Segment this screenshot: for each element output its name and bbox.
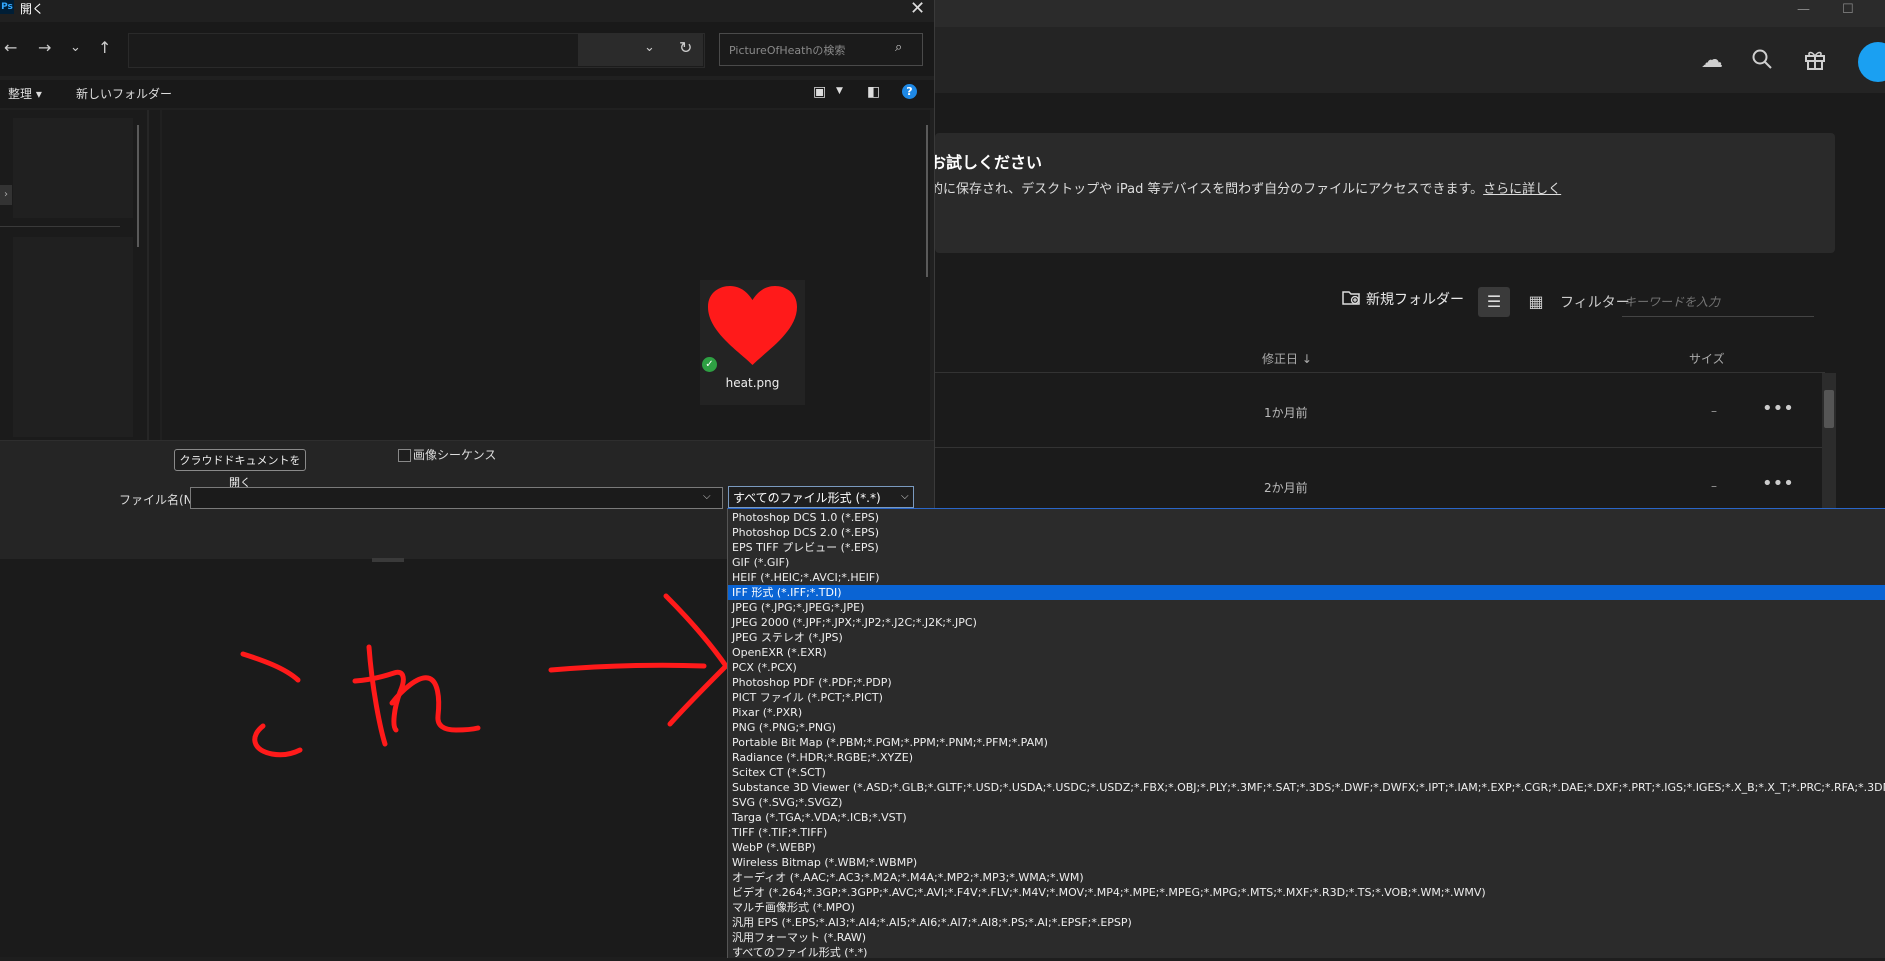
column-header-size[interactable]: サイズ [1689,350,1725,367]
list-scrollbar-thumb[interactable] [1824,390,1834,428]
file-type-option[interactable]: Photoshop DCS 1.0 (*.EPS) [732,510,879,525]
file-type-option[interactable]: HEIF (*.HEIC;*.AVCI;*.HEIF) [732,570,880,585]
file-type-option[interactable]: 汎用フォーマット (*.RAW) [732,930,866,945]
navigation-pane-scrollbar[interactable] [137,125,139,247]
keyword-filter-input[interactable] [1622,288,1814,317]
image-sequence-label: 画像シーケンス [413,448,497,462]
column-header-modified[interactable]: 修正日 ↓ [1262,350,1312,367]
search-placeholder: PictureOfHeathの検索 [729,44,846,57]
close-icon[interactable]: ✕ [910,0,925,19]
maximize-icon[interactable]: ☐ [1842,2,1854,17]
row-date: 2か月前 [1264,481,1308,495]
file-type-select[interactable]: すべてのファイル形式 (*.*) [728,486,914,508]
file-type-option[interactable]: WebP (*.WEBP) [732,840,816,855]
new-folder-command[interactable]: 新しいフォルダー [76,85,172,102]
file-type-option[interactable]: オーディオ (*.AAC;*.AC3;*.M2A;*.M4A;*.MP2;*.M… [732,870,1084,885]
file-type-option[interactable]: OpenEXR (*.EXR) [732,645,827,660]
file-type-option[interactable]: Targa (*.TGA;*.VDA;*.ICB;*.VST) [732,810,907,825]
file-type-option[interactable]: GIF (*.GIF) [732,555,789,570]
navigation-pane-divider [0,226,120,227]
image-sequence-checkbox[interactable] [398,449,411,462]
chevron-down-icon[interactable]: ⌵ [901,491,909,502]
file-type-option[interactable]: TIFF (*.TIF;*.TIFF) [732,825,827,840]
file-type-option[interactable]: Pixar (*.PXR) [732,705,802,720]
dialog-titlebar [0,0,934,16]
row-size: – [1711,404,1717,418]
row-date: 1か月前 [1264,406,1308,420]
open-cloud-documents-button[interactable]: クラウドドキュメントを開く [174,449,306,489]
file-type-option[interactable]: JPEG 2000 (*.JPF;*.JPX;*.JP2;*.J2C;*.J2K… [732,615,977,630]
forward-arrow-icon[interactable]: → [38,38,51,57]
file-type-option[interactable]: PCX (*.PCX) [732,660,797,675]
more-options-icon[interactable]: ••• [1762,398,1794,419]
sync-status-icon: ✓ [702,357,717,372]
file-type-option[interactable]: PICT ファイル (*.PCT;*.PICT) [732,690,883,705]
file-name-label: heat.png [725,376,780,390]
file-type-option[interactable]: Wireless Bitmap (*.WBM;*.WBMP) [732,855,917,870]
preview-pane-icon[interactable]: ◧ [867,84,880,100]
file-type-option[interactable]: すべてのファイル形式 (*.*) [732,945,867,958]
chevron-down-icon[interactable]: ⌵ [703,491,711,502]
search-icon[interactable] [1747,48,1777,74]
grid-view-icon[interactable]: ▦ [1520,287,1552,317]
up-arrow-icon[interactable]: ↑ [98,38,111,57]
recent-locations-icon[interactable]: ⌄ [70,40,81,55]
pane-splitter[interactable] [147,110,149,440]
gift-icon[interactable] [1800,48,1830,74]
file-type-dropdown-list[interactable]: Photoshop DCS 1.0 (*.EPS) Photoshop DCS 2… [727,508,1885,958]
new-folder-label: 新規フォルダー [1366,292,1464,308]
organize-menu[interactable]: 整理 ▾ [8,85,42,102]
file-type-option[interactable]: EPS TIFF プレビュー (*.EPS) [732,540,879,555]
filename-input[interactable] [190,487,723,509]
promo-text-body: 的に保存され、デスクトップや iPad 等デバイスを問わず自分のファイルにアクセ… [930,182,1484,197]
cloud-icon[interactable]: ☁ [1697,48,1727,74]
file-type-option[interactable]: マルチ画像形式 (*.MPO) [732,900,855,915]
photoshop-titlebar [935,0,1885,27]
file-type-option[interactable]: PNG (*.PNG;*.PNG) [732,720,836,735]
file-type-option[interactable]: Photoshop PDF (*.PDF;*.PDP) [732,675,892,690]
promo-title: お試しください [930,153,1043,172]
expand-arrow-icon[interactable]: › [0,185,12,205]
refresh-icon[interactable]: ↻ [679,38,692,57]
learn-more-link[interactable]: さらに詳しく [1483,182,1561,197]
promo-text: 的に保存され、デスクトップや iPad 等デバイスを問わず自分のファイルにアクセ… [930,178,1561,197]
filter-label: フィルター [1560,295,1630,311]
more-options-icon[interactable]: ••• [1762,473,1794,494]
file-type-option[interactable]: Scitex CT (*.SCT) [732,765,826,780]
back-arrow-icon[interactable]: ← [4,38,17,57]
list-view-icon[interactable]: ☰ [1478,287,1510,317]
chevron-down-icon[interactable]: ⌄ [644,40,655,55]
red-handwritten-annotation [0,558,760,957]
dialog-title: 開く [20,2,45,16]
new-folder-icon [1342,289,1360,309]
file-type-option[interactable]: JPEG ステレオ (*.JPS) [732,630,843,645]
navigation-pane-section[interactable] [13,118,133,218]
file-list-scrollbar[interactable] [926,125,928,277]
file-type-option[interactable]: Portable Bit Map (*.PBM;*.PGM;*.PPM;*.PN… [732,735,1048,750]
file-type-option[interactable]: ビデオ (*.264;*.3GP;*.3GPP;*.AVC;*.AVI;*.F4… [732,885,1486,900]
file-type-option[interactable]: Photoshop DCS 2.0 (*.EPS) [732,525,879,540]
navigation-pane-section[interactable] [13,237,133,437]
help-icon[interactable]: ? [902,84,917,99]
new-folder-button[interactable]: 新規フォルダー [1342,289,1464,309]
row-divider [935,447,1825,448]
minimize-icon[interactable]: — [1797,2,1810,17]
magnifier-icon[interactable]: ⌕ [895,40,902,55]
file-type-option[interactable]: IFF 形式 (*.IFF;*.TDI) [728,585,1885,600]
photoshop-header [935,27,1885,93]
view-dropdown-icon[interactable]: ▼ [836,86,843,96]
row-divider [935,372,1825,373]
photoshop-logo-icon: Ps [0,0,14,14]
file-type-option[interactable]: Substance 3D Viewer (*.ASD;*.GLB;*.GLTF;… [732,780,1885,795]
file-type-option[interactable]: SVG (*.SVG;*.SVGZ) [732,795,842,810]
file-type-option[interactable]: 汎用 EPS (*.EPS;*.AI3;*.AI4;*.AI5;*.AI6;*.… [732,915,1132,930]
file-type-option[interactable]: Radiance (*.HDR;*.RGBE;*.XYZE) [732,750,913,765]
annotation-drawing [240,593,729,758]
file-list-area[interactable] [162,110,930,440]
file-type-option[interactable]: JPEG (*.JPG;*.JPEG;*.JPE) [732,600,864,615]
view-mode-icon[interactable]: ▣ [813,84,826,100]
row-size: – [1711,479,1717,493]
